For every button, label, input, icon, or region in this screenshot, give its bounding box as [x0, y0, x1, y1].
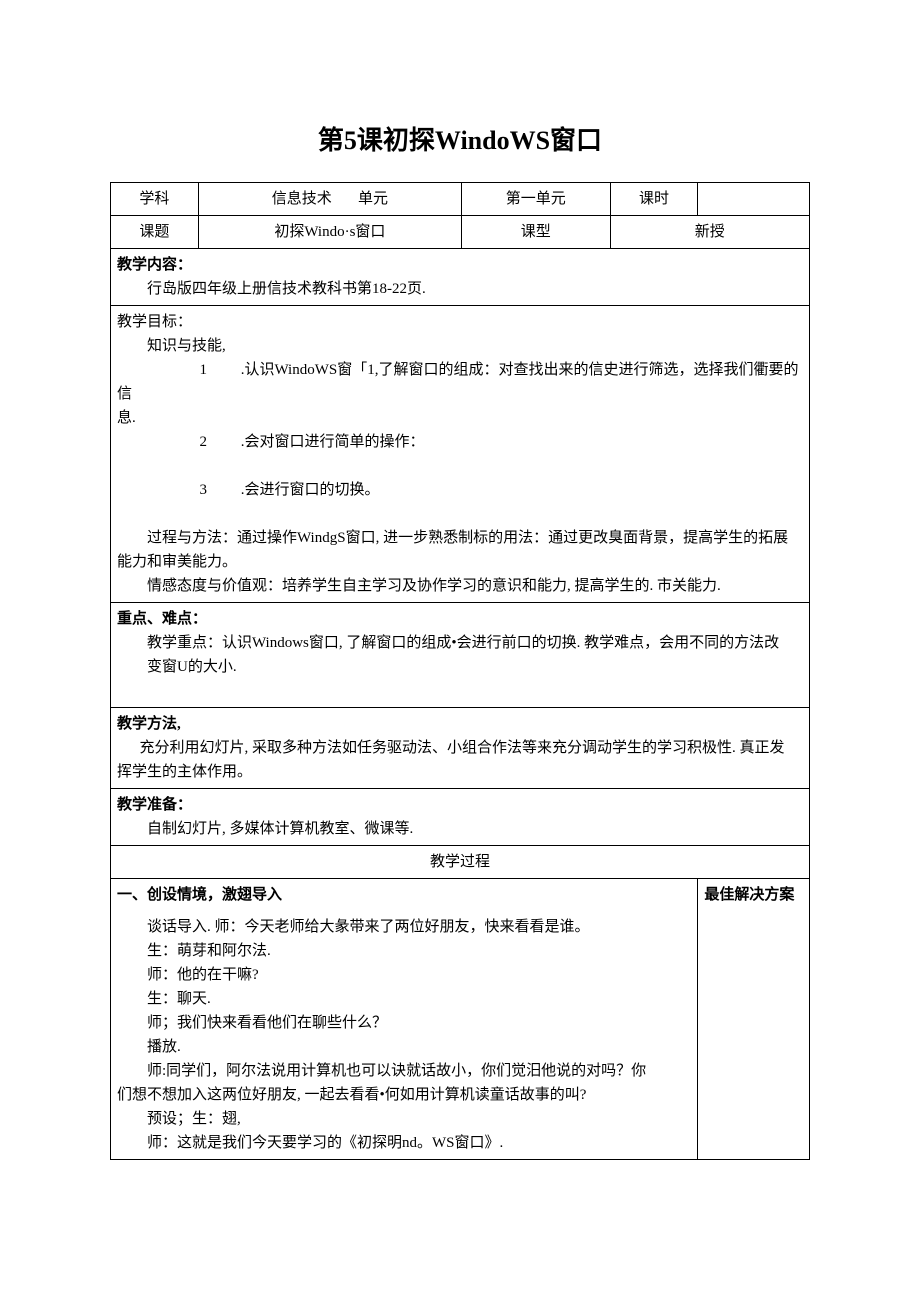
row-process-header: 教学过程 [111, 845, 810, 878]
solution-label: 最佳解决方案 [704, 887, 794, 903]
goals-item3: 3 .会进行窗口的切换。 [117, 478, 803, 502]
label-subject: 学科 [111, 182, 199, 215]
content-body: 行岛版四年级上册信技术教科书第18-22页. [117, 277, 803, 301]
scene-line-2: 师：他的在干嘛? [117, 963, 691, 987]
prep-body: 自制幻灯片, 多媒体计算机教室、微课等. [117, 817, 803, 841]
goals-item2-text: .会对窗口进行简单的操作： [241, 434, 425, 450]
goals-item1-cont: 息. [117, 410, 136, 426]
keypoints-line1: 教学重点：认识Windows窗口, 了解窗口的组成•会进行前口的切换. 教学难点… [117, 631, 803, 655]
page-title: 第5课初探WindoWS窗口 [110, 120, 810, 162]
keypoints-line2: 变窗U的大小. [117, 655, 803, 679]
row-keypoints: 重点、难点： 教学重点：认识Windows窗口, 了解窗口的组成•会进行前口的切… [111, 602, 810, 707]
prep-label: 教学准备： [117, 797, 192, 813]
header-row-2: 课题 初探Windo·s窗口 课型 新授 [111, 215, 810, 248]
row-prep: 教学准备： 自制幻灯片, 多媒体计算机教室、微课等. [111, 788, 810, 845]
methods-line2: 挥学生的主体作用。 [117, 764, 252, 780]
goals-item1-text: .认识WindoWS窗「1,了解窗口的组成：对查找出来的信史进行筛选，选择我们衢… [117, 362, 798, 402]
goals-knowledge: 知识与技能, [117, 334, 803, 358]
value-period [698, 182, 810, 215]
scene-line-1: 生：萌芽和阿尔法. [117, 939, 691, 963]
row-content: 教学内容： 行岛版四年级上册信技术教科书第18-22页. [111, 248, 810, 305]
scene-line-7: 们想不想加入这两位好朋友, 一起去看看•何如用计算机读童话故事的叫? [117, 1087, 586, 1103]
scene-line-8: 预设；生：翅, [117, 1107, 691, 1131]
row-scene-header: 一、创设情境，激翅导入 最佳解决方案 [111, 878, 810, 911]
scene-label: 一、创设情境，激翅导入 [117, 887, 282, 903]
value-subject: 信息技术 单元 [198, 182, 461, 215]
label-topic: 课题 [111, 215, 199, 248]
label-unit: 单元 [358, 191, 388, 207]
scene-line-0: 谈话导入. 师：今天老师给大彖带来了两位好朋友，快来看看是谁。 [117, 915, 691, 939]
subject-text: 信息技术 [272, 191, 332, 207]
value-type: 新授 [610, 215, 809, 248]
process-header: 教学过程 [111, 845, 810, 878]
scene-line-4: 师；我们快来看看他们在聊些什么？ [117, 1011, 691, 1035]
scene-line-5: 播放. [117, 1035, 691, 1059]
goals-item2-num: 2 [147, 430, 207, 454]
label-period: 课时 [610, 182, 698, 215]
keypoints-label: 重点、难点： [117, 611, 207, 627]
content-label: 教学内容： [117, 257, 192, 273]
goals-item3-text: .会进行窗口的切换。 [241, 482, 380, 498]
goals-item1-num: 1 [147, 358, 207, 382]
lesson-table: 学科 信息技术 单元 第一单元 课时 课题 初探Windo·s窗口 课型 新授 … [110, 182, 810, 1160]
row-methods: 教学方法, 充分利用幻灯片, 采取多种方法如任务驱动法、小组合作法等来充分调动学… [111, 707, 810, 788]
header-row-1: 学科 信息技术 单元 第一单元 课时 [111, 182, 810, 215]
goals-item2: 2 .会对窗口进行简单的操作： [117, 430, 803, 454]
goals-label: 教学目标： [117, 314, 192, 330]
goals-process-cont: 能力和审美能力。 [117, 554, 237, 570]
value-unit: 第一单元 [462, 182, 611, 215]
solution-cell: 最佳解决方案 [698, 878, 810, 1159]
scene-line-3: 生：聊天. [117, 987, 691, 1011]
label-type: 课型 [462, 215, 611, 248]
scene-line-6: 师:同学们，阿尔法说用计算机也可以诀就话故小，你们觉汨他说的对吗？你 [117, 1059, 691, 1083]
goals-item3-num: 3 [147, 478, 207, 502]
methods-line1: 充分利用幻灯片, 采取多种方法如任务驱动法、小组合作法等来充分调动学生的学习积极… [117, 736, 803, 760]
scene-line-9: 师：这就是我们今天要学习的《初探明nd。WS窗口》. [117, 1131, 691, 1155]
value-topic: 初探Windo·s窗口 [198, 215, 461, 248]
goals-process: 过程与方法：通过操作WindgS窗口, 进一步熟悉制标的用法：通过更改臭面背景，… [117, 526, 803, 550]
goals-item1: 1 .认识WindoWS窗「1,了解窗口的组成：对查找出来的信史进行筛选，选择我… [117, 358, 803, 406]
goals-emotion: 情感态度与价值观：培养学生自主学习及协作学习的意识和能力, 提高学生的. 市关能… [117, 574, 803, 598]
row-goals: 教学目标： 知识与技能, 1 .认识WindoWS窗「1,了解窗口的组成：对查找… [111, 305, 810, 602]
methods-label: 教学方法, [117, 716, 181, 732]
